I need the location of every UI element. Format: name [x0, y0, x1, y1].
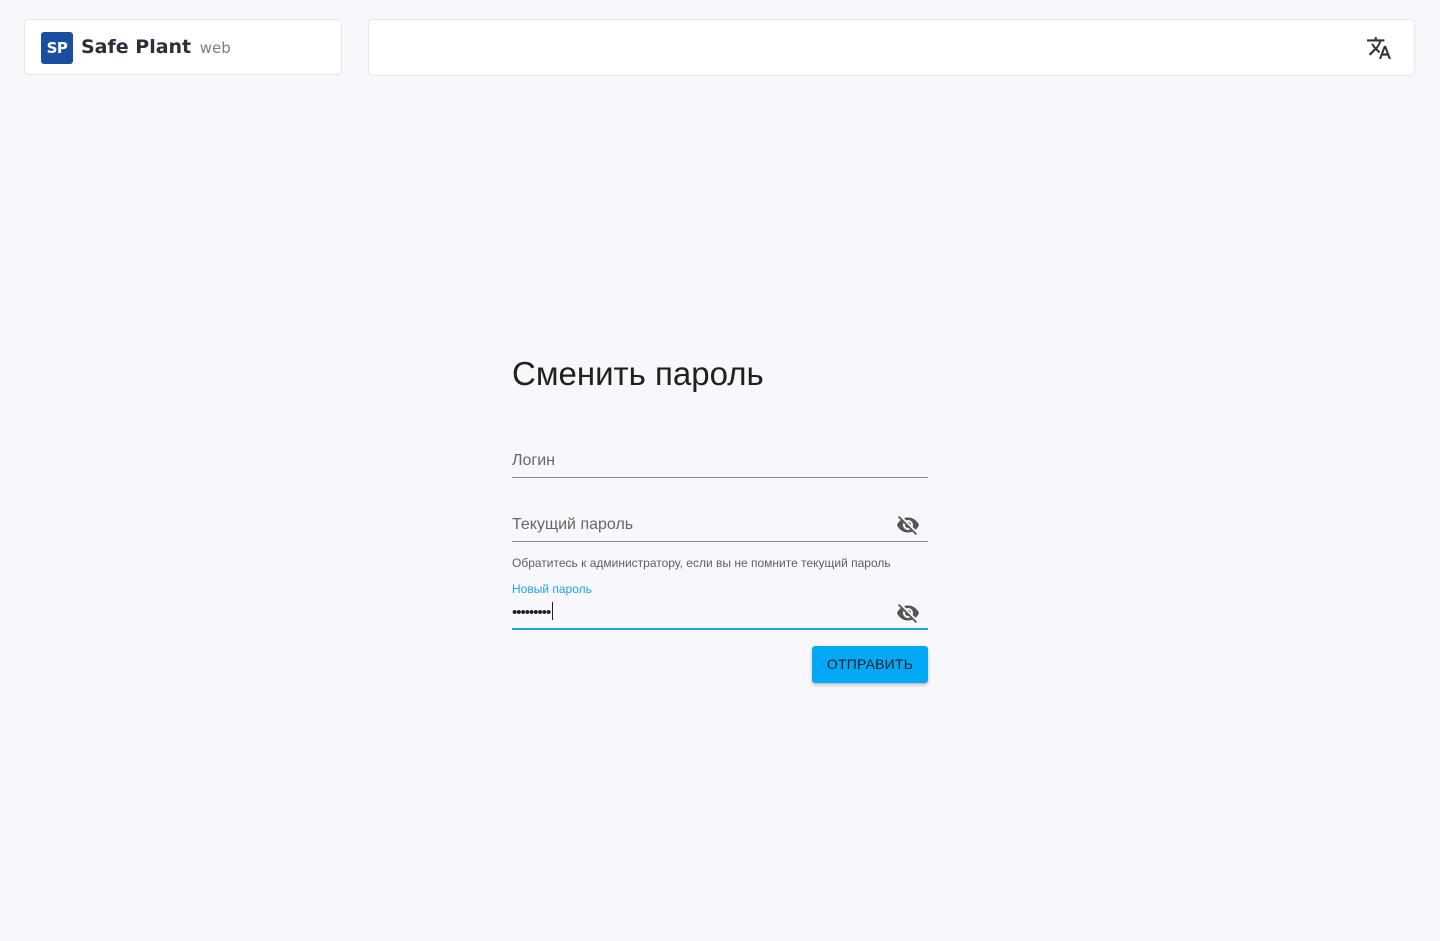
current-password-placeholder: Текущий пароль	[512, 516, 634, 533]
toggle-new-password-visibility[interactable]	[896, 601, 920, 625]
app-name: Safe Plant web	[81, 34, 231, 61]
logo-mark: SP	[41, 32, 73, 64]
toggle-current-password-visibility[interactable]	[896, 513, 920, 537]
app-suffix: web	[199, 39, 231, 57]
translate-icon	[1367, 37, 1391, 59]
new-password-dots: •••••••••	[512, 604, 551, 621]
language-button[interactable]	[1366, 35, 1392, 61]
new-password-label: Новый пароль	[512, 582, 592, 596]
app-name-text: Safe Plant	[81, 36, 192, 58]
page-title: Сменить пароль	[512, 355, 764, 392]
eye-off-icon	[897, 604, 919, 623]
current-password-helper: Обратитесь к администратору, если вы не …	[512, 556, 891, 570]
new-password-value: •••••••••	[512, 602, 554, 623]
top-bar	[368, 19, 1415, 76]
login-placeholder: Логин	[512, 452, 556, 469]
text-caret	[552, 602, 554, 620]
new-password-field[interactable]: •••••••••	[512, 598, 928, 630]
submit-button[interactable]: ОТПРАВИТЬ	[812, 646, 928, 683]
current-password-field[interactable]: Текущий пароль	[512, 510, 928, 542]
logo-card: SP Safe Plant web	[24, 19, 342, 75]
login-field[interactable]: Логин	[512, 446, 928, 478]
eye-off-icon	[897, 516, 919, 535]
